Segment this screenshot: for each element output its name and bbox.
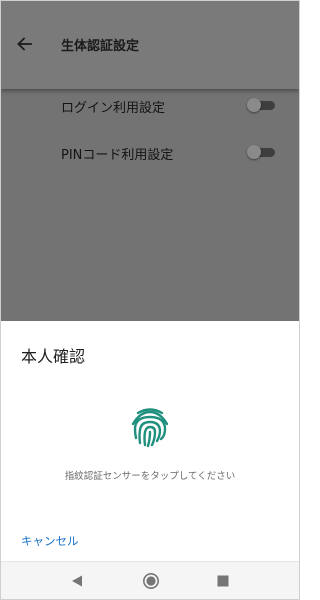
page-title: 生体認証設定 <box>61 39 140 54</box>
app-bar: 生体認証設定 <box>1 1 299 89</box>
setting-row-login[interactable]: ログイン利用設定 <box>1 85 299 125</box>
login-toggle[interactable] <box>247 98 275 112</box>
toggle-thumb <box>247 145 261 159</box>
setting-row-pin[interactable]: PINコード利用設定 <box>1 132 299 172</box>
arrow-back-icon <box>17 37 32 51</box>
toggle-thumb <box>247 98 261 112</box>
fingerprint-icon <box>131 408 169 448</box>
screen: 生体認証設定 ログイン利用設定 PINコード利用設定 本人確認 指紋認証センサー… <box>0 0 300 600</box>
nav-back-icon <box>72 575 82 587</box>
dialog-title: 本人確認 <box>21 347 86 366</box>
nav-back-button[interactable] <box>67 571 87 591</box>
system-nav-bar <box>1 561 299 599</box>
back-button[interactable] <box>11 31 37 57</box>
settings-page: 生体認証設定 ログイン利用設定 PINコード利用設定 <box>1 1 299 321</box>
setting-label-login: ログイン利用設定 <box>61 101 166 116</box>
cancel-button[interactable]: キャンセル <box>21 533 79 549</box>
nav-recent-button[interactable] <box>213 571 233 591</box>
biometric-dialog: 本人確認 指紋認証センサーをタップしてください キャンセル <box>1 321 299 561</box>
nav-home-icon <box>143 573 159 589</box>
pin-toggle[interactable] <box>247 145 275 159</box>
dialog-hint: 指紋認証センサーをタップしてください <box>64 471 236 482</box>
nav-home-button[interactable] <box>141 571 161 591</box>
nav-recent-icon <box>217 575 229 587</box>
setting-label-pin: PINコード利用設定 <box>61 148 174 163</box>
